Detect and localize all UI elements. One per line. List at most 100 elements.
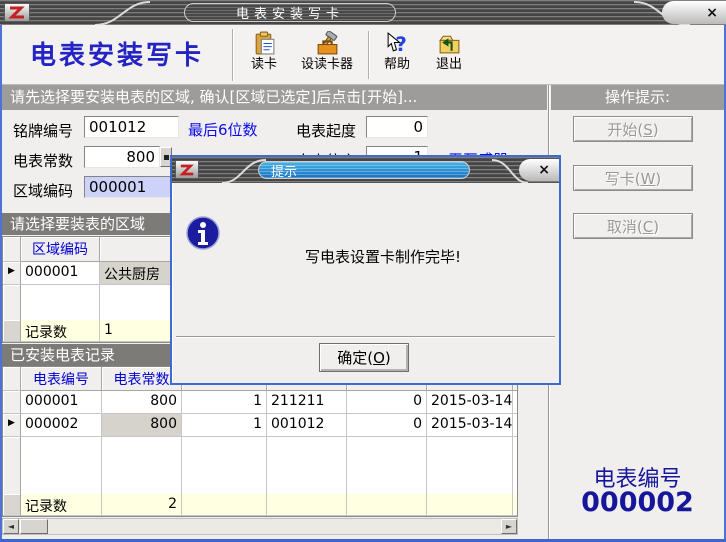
help-icon: ?: [385, 29, 410, 56]
footer-cell: [267, 494, 347, 516]
table-row[interactable]: ▶ 000002 800 1 001012 0 2015-03-14: [3, 414, 517, 437]
filler-cell: [427, 437, 513, 494]
toolbar-label: 退出: [436, 56, 462, 73]
row-selector-header: [3, 367, 21, 391]
scrollbar-thumb[interactable]: [20, 519, 48, 534]
column-header-meter-no[interactable]: 电表编号: [21, 367, 102, 391]
toolbar-separator: [232, 29, 234, 81]
table-filler: [3, 437, 517, 494]
current-row-marker: ▶: [3, 414, 21, 437]
dialog-title: 提示: [258, 161, 470, 179]
footer-selector-cell: [3, 320, 21, 342]
filler-cell: [3, 285, 21, 320]
cell-empty: [513, 414, 518, 437]
column-header-area-code[interactable]: 区域编码: [21, 237, 100, 262]
meters-table-footer: 记录数 2: [3, 494, 517, 516]
toolbar-label: 读卡: [251, 56, 277, 73]
cell-date: 2015-03-14: [427, 414, 513, 437]
ok-button[interactable]: 确定(O): [319, 343, 409, 372]
footer-selector-cell: [3, 494, 21, 516]
cell-date: 2015-03-14: [427, 391, 513, 414]
filler-cell: [102, 437, 182, 494]
dialog-titlebar[interactable]: × 提示: [172, 157, 559, 183]
nameplate-input[interactable]: [84, 116, 179, 138]
message-dialog: × 提示 写电表设置卡制作完毕! 确定(O): [170, 155, 561, 385]
svg-text:?: ?: [395, 33, 406, 56]
cell-constant: 800: [102, 414, 182, 437]
toolbar-label: 帮助: [384, 56, 410, 73]
cell-start: 0: [347, 391, 427, 414]
dialog-close-icon[interactable]: ×: [538, 163, 550, 177]
filler-cell: [182, 437, 267, 494]
toolbar-button-help[interactable]: ? 帮助: [374, 29, 420, 77]
record-count-label: 记录数: [21, 494, 102, 516]
meter-install-window: × 电表安装写卡 电表安装写卡 读卡: [0, 0, 726, 542]
filler-cell: [21, 437, 102, 494]
filler-cell: [347, 437, 427, 494]
card-reader-settings-icon: [315, 29, 340, 56]
status-message: 请先选择要安装电表的区域, 确认[区域已选定]后点击[开始]...: [2, 85, 547, 110]
scroll-right-icon[interactable]: ►: [501, 519, 517, 534]
horizontal-scrollbar[interactable]: ◄ ►: [2, 518, 518, 535]
footer-cell: [427, 494, 513, 516]
window-border: [0, 25, 2, 542]
page-title: 电表安装写卡: [30, 35, 204, 72]
scroll-left-icon[interactable]: ◄: [3, 519, 19, 534]
cancel-button[interactable]: 取消(C): [573, 213, 693, 239]
cell-ratio: 1: [182, 414, 267, 437]
nameplate-label: 铭牌编号: [13, 120, 73, 141]
read-card-icon: [252, 29, 277, 56]
cell-nameplate: 211211: [267, 391, 347, 414]
info-icon: [185, 215, 221, 251]
cell-meter-no: 000002: [21, 414, 102, 437]
dialog-logo-icon: [175, 160, 199, 179]
filler-cell: [21, 285, 100, 320]
constant-input[interactable]: [84, 146, 160, 168]
current-row-marker: ▶: [3, 262, 21, 285]
window-title: 电表安装写卡: [184, 3, 396, 22]
write-card-button[interactable]: 写卡(W): [573, 165, 693, 191]
filler-cell: [3, 437, 21, 494]
start-button[interactable]: 开始(S): [573, 116, 693, 142]
area-code-input[interactable]: [84, 176, 179, 198]
titlebar-cap: ×: [662, 1, 726, 24]
constant-label: 电表常数: [13, 150, 73, 171]
record-count-label: 记录数: [21, 320, 100, 342]
cell-meter-no: 000001: [21, 391, 102, 414]
filler-cell: [267, 437, 347, 494]
area-code-label: 区域编码: [13, 180, 73, 201]
operation-hint-title: 操作提示:: [551, 85, 724, 110]
toolbar-button-exit[interactable]: 退出: [426, 29, 472, 77]
dialog-titlebar-cap: ×: [519, 159, 559, 181]
cell-constant: 800: [102, 391, 182, 414]
app-logo-icon: [4, 3, 30, 22]
footer-cell: [182, 494, 267, 516]
cell-ratio: 1: [182, 391, 267, 414]
start-reading-input[interactable]: [366, 116, 428, 138]
dialog-message: 写电表设置卡制作完毕!: [305, 246, 461, 267]
close-icon[interactable]: ×: [706, 6, 718, 20]
start-reading-label: 电表起度: [296, 120, 356, 141]
row-selector-header: [3, 237, 21, 262]
table-row[interactable]: 000001 800 1 211211 0 2015-03-14: [3, 391, 517, 414]
last-six-digits-link[interactable]: 最后6位数: [188, 119, 258, 140]
toolbar-label: 设读卡器: [301, 56, 353, 73]
header: 电表安装写卡 读卡 设读卡器: [2, 25, 724, 85]
toolbar-button-read-card[interactable]: 读卡: [240, 29, 288, 77]
exit-icon: [437, 29, 462, 56]
cell-empty: [513, 391, 518, 414]
row-selector-cell: [3, 391, 21, 414]
cell-area-code: 000001: [21, 262, 100, 285]
footer-cell: [347, 494, 427, 516]
toolbar-button-reader-setup[interactable]: 设读卡器: [292, 29, 362, 77]
record-count-value: 2: [102, 494, 182, 516]
dialog-separator: [176, 336, 555, 338]
meter-number-value: 000002: [551, 487, 724, 518]
titlebar[interactable]: × 电表安装写卡: [0, 0, 726, 25]
footer-cell: [513, 494, 518, 516]
cell-start: 0: [347, 414, 427, 437]
toolbar-separator: [368, 31, 370, 79]
filler-cell: [513, 437, 518, 494]
cell-nameplate: 001012: [267, 414, 347, 437]
meters-table: 电表编号 电表常数 000001 800 1 211211 0 2015-03-…: [2, 366, 518, 517]
